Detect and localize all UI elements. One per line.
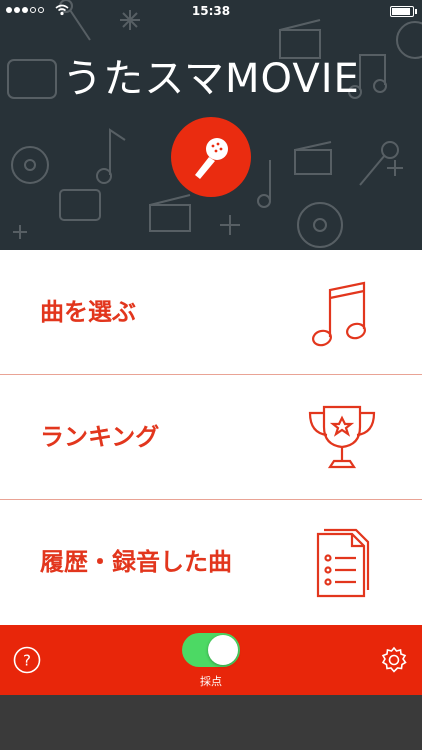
menu-item-label: 曲を選ぶ: [40, 298, 136, 326]
microphone-icon: [195, 138, 228, 179]
bottom-toolbar: ? 採点: [0, 625, 422, 695]
help-icon[interactable]: ?: [13, 646, 41, 674]
trophy-icon: [308, 405, 376, 469]
list-document-icon: [316, 528, 370, 598]
scoring-toggle-label: 採点: [200, 675, 222, 688]
status-bar: 15:38: [0, 0, 422, 22]
menu-item-select-song[interactable]: 曲を選ぶ: [0, 250, 422, 374]
menu-item-label: ランキング: [40, 423, 160, 451]
scoring-toggle[interactable]: [182, 633, 240, 667]
svg-text:?: ?: [23, 652, 31, 670]
menu-item-ranking[interactable]: ランキング: [0, 375, 422, 499]
menu-item-history[interactable]: 履歴・録音した曲: [0, 500, 422, 624]
bottom-area: [0, 695, 422, 750]
app-header: 15:38 うたスマMOVIE: [0, 0, 422, 250]
status-time: 15:38: [191, 4, 231, 18]
logo-badge: [171, 117, 251, 197]
gear-icon[interactable]: [379, 645, 409, 675]
music-note-icon: [312, 281, 366, 347]
app-title: うたスマMOVIE: [62, 56, 360, 102]
battery-icon: [390, 6, 417, 17]
toggle-knob: [208, 635, 238, 665]
menu-item-label: 履歴・録音した曲: [40, 548, 232, 576]
